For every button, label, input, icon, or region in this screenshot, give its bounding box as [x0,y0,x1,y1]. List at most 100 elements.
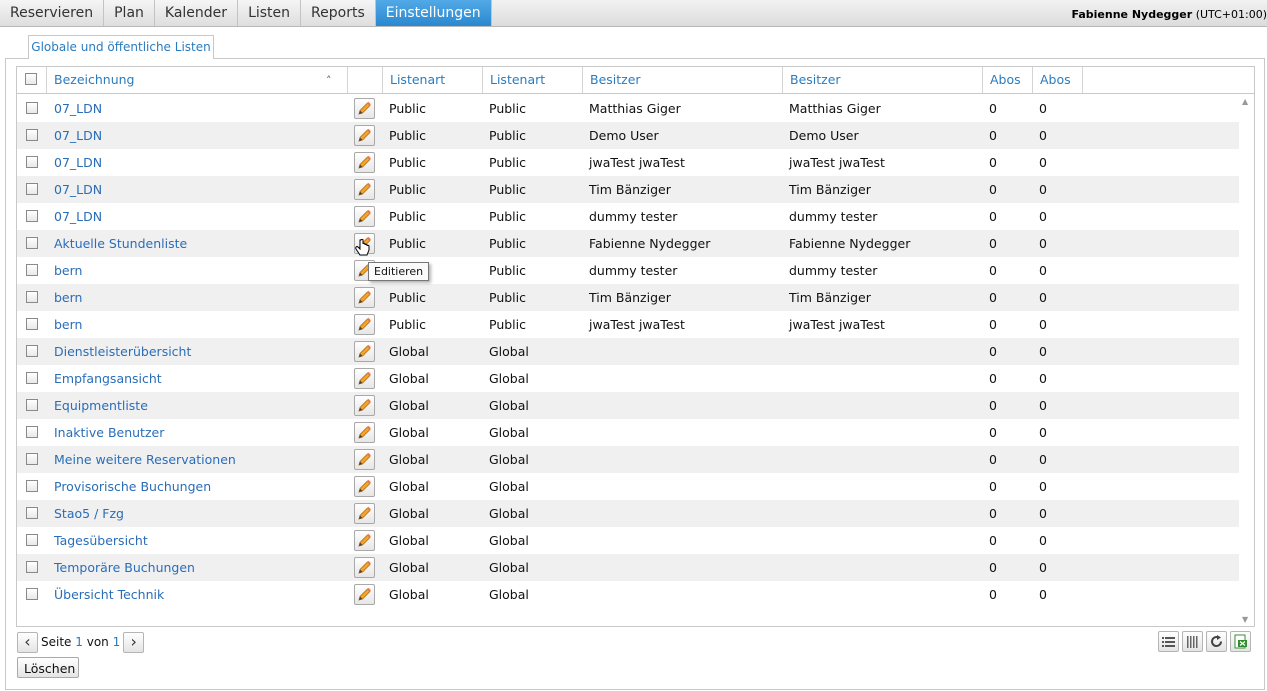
edit-button[interactable] [354,98,375,119]
nav-tab-reports[interactable]: Reports [301,0,376,26]
refresh-button[interactable] [1206,631,1227,652]
row-checkbox[interactable] [26,183,38,195]
edit-button[interactable] [354,476,375,497]
select-all-checkbox[interactable] [25,73,37,85]
prev-page-button[interactable]: ‹ [17,631,38,653]
table-row[interactable]: Meine weitere Reservationen Global Global 0… [17,446,1239,473]
header-listenart-2[interactable]: Listenart [483,67,583,93]
table-row[interactable]: Equipmentliste Global Global 0 0 [17,392,1239,419]
row-checkbox[interactable] [26,264,38,276]
table-row[interactable]: 07_LDN Public Public dummy tester dummy test… [17,203,1239,230]
edit-button[interactable] [354,152,375,173]
list-name-link[interactable]: bern [54,311,82,338]
edit-button[interactable] [354,557,375,578]
table-row[interactable]: Dienstleisterübersicht Global Global 0 0 [17,338,1239,365]
list-name-link[interactable]: 07_LDN [54,122,102,149]
row-checkbox[interactable] [26,210,38,222]
header-abos-2[interactable]: Abos [1033,67,1083,93]
nav-tab-reservieren[interactable]: Reservieren [0,0,105,26]
row-checkbox[interactable] [26,372,38,384]
list-name-link[interactable]: Dienstleisterübersicht [54,338,191,365]
list-name-link[interactable]: bern [54,257,82,284]
row-checkbox[interactable] [26,561,38,573]
header-listenart-1[interactable]: Listenart [383,67,483,93]
list-name-link[interactable]: Tagesübersicht [54,527,148,554]
list-name-link[interactable]: 07_LDN [54,149,102,176]
list-name-link[interactable]: Stao5 / Fzg [54,500,124,527]
list-name-link[interactable]: Provisorische Buchungen [54,473,211,500]
table-row[interactable]: bern Public Public jwaTest jwaTest jwaTest j… [17,311,1239,338]
table-row[interactable]: 07_LDN Public Public Demo User Demo User 0 0 [17,122,1239,149]
edit-button[interactable] [354,368,375,389]
edit-button[interactable] [354,287,375,308]
list-name-link[interactable]: Meine weitere Reservationen [54,446,236,473]
list-name-link[interactable]: 07_LDN [54,176,102,203]
list-name-link[interactable]: Übersicht Technik [54,581,164,608]
table-row[interactable]: Aktuelle Stundenliste Public Public Fabienn… [17,230,1239,257]
row-checkbox[interactable] [26,426,38,438]
table-row[interactable]: 07_LDN Public Public Tim Bänziger Tim Bänzig… [17,176,1239,203]
row-checkbox[interactable] [26,534,38,546]
table-row[interactable]: Tagesübersicht Global Global 0 0 [17,527,1239,554]
row-checkbox[interactable] [26,399,38,411]
list-name-link[interactable]: Inaktive Benutzer [54,419,164,446]
header-besitzer-1[interactable]: Besitzer [583,67,783,93]
table-row[interactable]: 07_LDN Public Public Matthias Giger Matthias… [17,95,1239,122]
nav-tab-plan[interactable]: Plan [104,0,155,26]
row-checkbox[interactable] [26,156,38,168]
list-name-link[interactable]: Empfangsansicht [54,365,162,392]
excel-export-button[interactable] [1230,631,1251,652]
edit-button[interactable] [354,179,375,200]
header-abos-1[interactable]: Abos [983,67,1033,93]
table-row[interactable]: Stao5 / Fzg Global Global 0 0 [17,500,1239,527]
row-checkbox[interactable] [26,318,38,330]
row-checkbox[interactable] [26,102,38,114]
list-name-link[interactable]: Temporäre Buchungen [54,554,195,581]
table-row[interactable]: Provisorische Buchungen Global Global 0 0 [17,473,1239,500]
delete-button[interactable]: Löschen [17,657,79,678]
nav-tab-einstellungen[interactable]: Einstellungen [375,0,492,26]
edit-button[interactable] [354,206,375,227]
row-checkbox[interactable] [26,237,38,249]
row-checkbox[interactable] [26,453,38,465]
columns-button[interactable] [1182,631,1203,652]
edit-button[interactable] [354,395,375,416]
edit-button[interactable] [354,125,375,146]
tab-globale-listen[interactable]: Globale und öffentliche Listen [28,35,214,59]
list-name-link[interactable]: bern [54,284,82,311]
list-view-button[interactable] [1158,631,1179,652]
table-row[interactable]: 07_LDN Public Public jwaTest jwaTest jwaTest… [17,149,1239,176]
header-besitzer-2[interactable]: Besitzer [783,67,983,93]
scroll-up-icon[interactable]: ▲ [1242,97,1248,106]
row-checkbox[interactable] [26,129,38,141]
list-name-link[interactable]: 07_LDN [54,203,102,230]
nav-tab-listen[interactable]: Listen [238,0,302,26]
scroll-down-icon[interactable]: ▼ [1242,615,1248,624]
list-name-link[interactable]: 07_LDN [54,95,102,122]
row-checkbox[interactable] [26,507,38,519]
list-name-link[interactable]: Aktuelle Stundenliste [54,230,187,257]
edit-button[interactable] [354,314,375,335]
row-checkbox[interactable] [26,291,38,303]
grid-scrollbar[interactable]: ▲ ▼ [1240,95,1254,626]
current-page[interactable]: 1 [75,635,83,649]
header-bezeichnung[interactable]: Bezeichnung [47,67,348,93]
edit-button[interactable] [354,449,375,470]
list-name-link[interactable]: Equipmentliste [54,392,148,419]
table-row[interactable]: bern Public dummy tester dummy tester 0 0 [17,257,1239,284]
nav-tab-kalender[interactable]: Kalender [154,0,239,26]
edit-button[interactable] [354,530,375,551]
row-checkbox[interactable] [26,480,38,492]
edit-button[interactable] [354,422,375,443]
table-row[interactable]: Temporäre Buchungen Global Global 0 0 [17,554,1239,581]
edit-button[interactable] [354,503,375,524]
row-checkbox[interactable] [26,345,38,357]
row-checkbox[interactable] [26,588,38,600]
edit-button[interactable] [354,584,375,605]
edit-button[interactable] [354,341,375,362]
table-row[interactable]: Übersicht Technik Global Global 0 0 [17,581,1239,608]
table-row[interactable]: Inaktive Benutzer Global Global 0 0 [17,419,1239,446]
table-row[interactable]: bern Public Public Tim Bänziger Tim Bänziger… [17,284,1239,311]
next-page-button[interactable]: › [123,631,145,653]
table-row[interactable]: Empfangsansicht Global Global 0 0 [17,365,1239,392]
